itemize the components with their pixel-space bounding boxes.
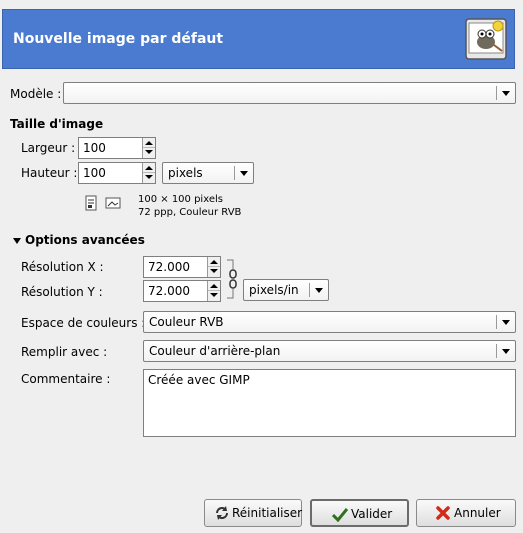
width-label: Largeur : bbox=[21, 141, 76, 155]
resolution-y-spinbutton[interactable]: 72.000 bbox=[143, 280, 221, 302]
landscape-orientation-icon[interactable] bbox=[105, 197, 121, 209]
fill-value: Couleur d'arrière-plan bbox=[149, 344, 281, 358]
height-label: Hauteur : bbox=[21, 166, 78, 180]
height-value: 100 bbox=[83, 166, 106, 180]
combo-separator bbox=[496, 86, 497, 100]
size-unit-value: pixels bbox=[168, 166, 203, 180]
fill-label: Remplir avec : bbox=[21, 345, 108, 359]
combo-separator bbox=[234, 166, 235, 180]
spin-down-icon[interactable] bbox=[143, 148, 155, 158]
spin-up-icon[interactable] bbox=[208, 257, 220, 267]
cancel-x-icon bbox=[435, 505, 451, 521]
comment-value: Créée avec GIMP bbox=[148, 373, 250, 387]
image-size-info-line2: 72 ppp, Couleur RVB bbox=[138, 207, 242, 218]
ok-button-label: Valider bbox=[351, 507, 393, 521]
dialog-header: Nouvelle image par défaut bbox=[2, 9, 515, 69]
spin-down-icon[interactable] bbox=[208, 267, 220, 277]
chevron-down-icon bbox=[240, 171, 248, 176]
chain-link-icon[interactable] bbox=[225, 258, 237, 300]
width-spinbutton[interactable]: 100 bbox=[78, 137, 156, 159]
colorspace-label: Espace de couleurs : bbox=[21, 316, 146, 330]
width-value: 100 bbox=[83, 141, 106, 155]
resolution-y-value: 72.000 bbox=[148, 284, 190, 298]
resolution-unit-combo[interactable]: pixels/in bbox=[243, 279, 329, 301]
checkmark-icon bbox=[331, 506, 349, 523]
spin-up-icon[interactable] bbox=[208, 281, 220, 291]
chevron-down-icon bbox=[315, 288, 323, 293]
spin-down-icon[interactable] bbox=[208, 291, 220, 301]
template-label: Modèle : bbox=[10, 87, 62, 101]
fill-combo[interactable]: Couleur d'arrière-plan bbox=[143, 340, 516, 362]
reset-button[interactable]: Réinitialiser bbox=[204, 499, 302, 527]
comment-label: Commentaire : bbox=[21, 372, 111, 386]
colorspace-combo[interactable]: Couleur RVB bbox=[143, 311, 516, 333]
chevron-down-icon bbox=[502, 349, 510, 354]
dialog-title: Nouvelle image par défaut bbox=[13, 31, 224, 47]
height-spinbutton[interactable]: 100 bbox=[78, 162, 156, 184]
spin-up-icon[interactable] bbox=[143, 163, 155, 173]
resolution-x-label: Résolution X : bbox=[21, 260, 104, 274]
combo-separator bbox=[309, 283, 310, 297]
spin-down-icon[interactable] bbox=[143, 173, 155, 183]
gimp-wilber-icon bbox=[464, 17, 508, 61]
comment-textarea[interactable]: Créée avec GIMP bbox=[143, 369, 516, 437]
reset-button-label: Réinitialiser bbox=[232, 506, 303, 520]
combo-separator bbox=[496, 315, 497, 329]
refresh-icon bbox=[214, 505, 230, 521]
ok-button[interactable]: Valider bbox=[310, 499, 409, 527]
image-size-heading: Taille d'image bbox=[10, 117, 104, 131]
chevron-down-icon bbox=[502, 320, 510, 325]
resolution-x-spinbutton[interactable]: 72.000 bbox=[143, 256, 221, 278]
resolution-unit-value: pixels/in bbox=[249, 283, 299, 297]
resolution-x-value: 72.000 bbox=[148, 260, 190, 274]
chevron-down-icon bbox=[502, 91, 510, 96]
advanced-options-expander[interactable]: Options avancées bbox=[25, 233, 145, 247]
colorspace-value: Couleur RVB bbox=[149, 315, 224, 329]
resolution-y-label: Résolution Y : bbox=[21, 285, 103, 299]
spin-up-icon[interactable] bbox=[143, 138, 155, 148]
cancel-button-label: Annuler bbox=[454, 506, 501, 520]
portrait-orientation-icon[interactable] bbox=[84, 195, 98, 211]
template-combo[interactable] bbox=[63, 82, 516, 104]
combo-separator bbox=[496, 344, 497, 358]
size-unit-combo[interactable]: pixels bbox=[162, 162, 254, 184]
image-size-info-line1: 100 × 100 pixels bbox=[138, 194, 223, 205]
cancel-button[interactable]: Annuler bbox=[416, 499, 516, 527]
expander-arrow-icon[interactable] bbox=[13, 238, 21, 244]
